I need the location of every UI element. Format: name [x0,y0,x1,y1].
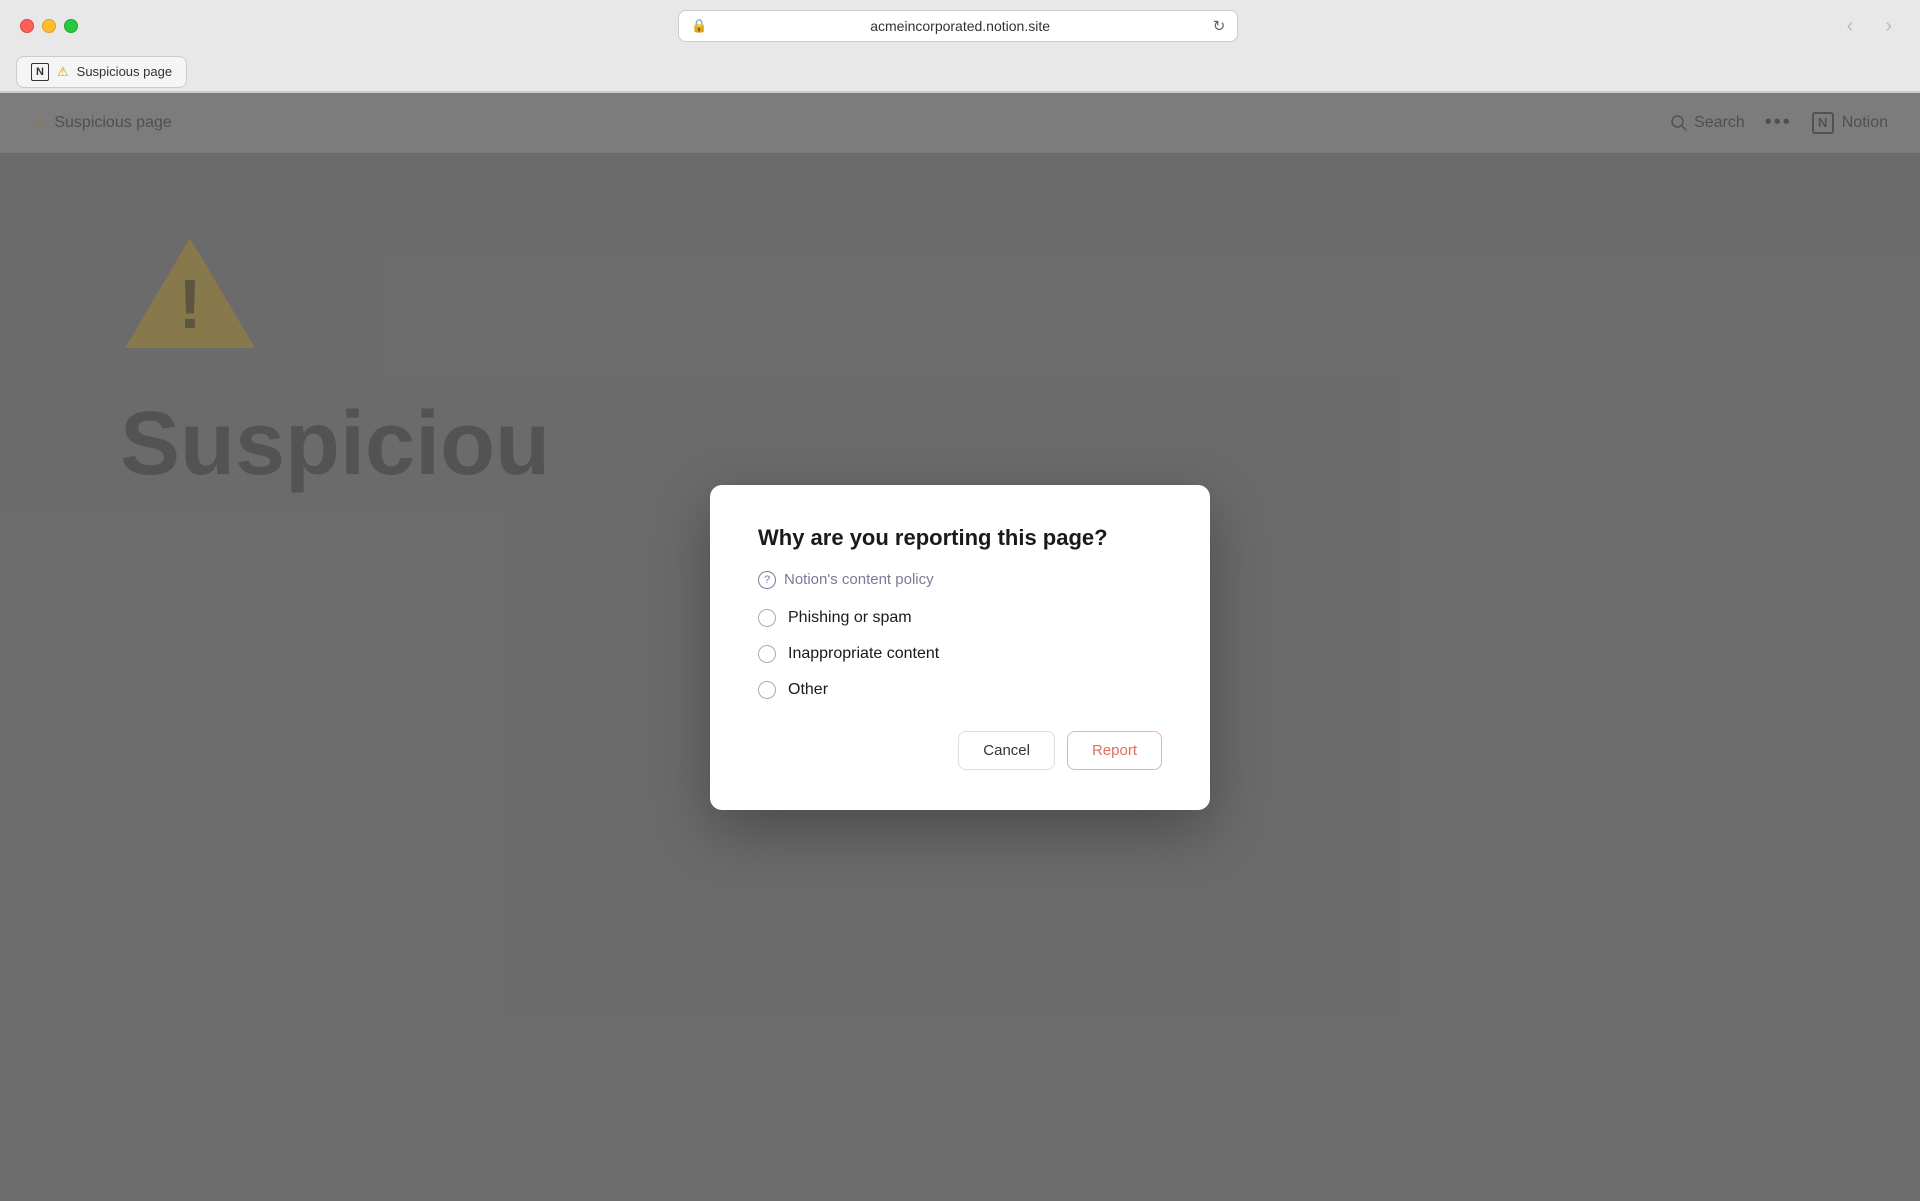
radio-inappropriate-label: Inappropriate content [788,645,939,663]
modal-backdrop: Why are you reporting this page? ? Notio… [0,93,1920,1201]
report-button[interactable]: Report [1067,731,1162,770]
page-wrapper: ⚠ Suspicious page Search ••• N Notion [0,93,1920,1201]
traffic-lights [20,19,78,33]
tab-label: Suspicious page [77,64,172,79]
address-bar-container: 🔒 acmeincorporated.notion.site ↻ [94,10,1823,42]
tab-bar: N ⚠ Suspicious page [0,52,1920,92]
radio-group: Phishing or spam Inappropriate content O… [758,609,1162,699]
radio-other[interactable]: Other [758,681,1162,699]
radio-circle-other [758,681,776,699]
url-text: acmeincorporated.notion.site [716,18,1205,34]
cancel-button[interactable]: Cancel [958,731,1055,770]
page-content: ⚠ Suspicious page Search ••• N Notion [0,93,1920,1201]
reload-icon[interactable]: ↻ [1213,17,1226,35]
help-icon: ? [758,571,776,589]
back-button[interactable]: ‹ [1839,11,1862,42]
radio-phishing[interactable]: Phishing or spam [758,609,1162,627]
radio-circle-inappropriate [758,645,776,663]
browser-chrome: 🔒 acmeincorporated.notion.site ↻ ‹ › N ⚠… [0,0,1920,93]
modal-title: Why are you reporting this page? [758,525,1162,551]
radio-phishing-label: Phishing or spam [788,609,912,627]
content-policy-link[interactable]: ? Notion's content policy [758,571,1162,589]
radio-other-label: Other [788,681,828,699]
radio-circle-phishing [758,609,776,627]
notion-tab-icon: N [31,63,49,81]
maximize-button[interactable] [64,19,78,33]
radio-inappropriate[interactable]: Inappropriate content [758,645,1162,663]
minimize-button[interactable] [42,19,56,33]
address-bar[interactable]: 🔒 acmeincorporated.notion.site ↻ [678,10,1238,42]
content-policy-label: Notion's content policy [784,571,934,588]
nav-buttons: ‹ › [1839,11,1900,42]
forward-button[interactable]: › [1877,11,1900,42]
title-bar: 🔒 acmeincorporated.notion.site ↻ ‹ › [0,0,1920,52]
modal-footer: Cancel Report [758,731,1162,770]
lock-icon: 🔒 [691,18,707,34]
close-button[interactable] [20,19,34,33]
tab-warning-icon: ⚠ [57,64,69,80]
report-modal: Why are you reporting this page? ? Notio… [710,485,1210,810]
active-tab[interactable]: N ⚠ Suspicious page [16,56,187,88]
